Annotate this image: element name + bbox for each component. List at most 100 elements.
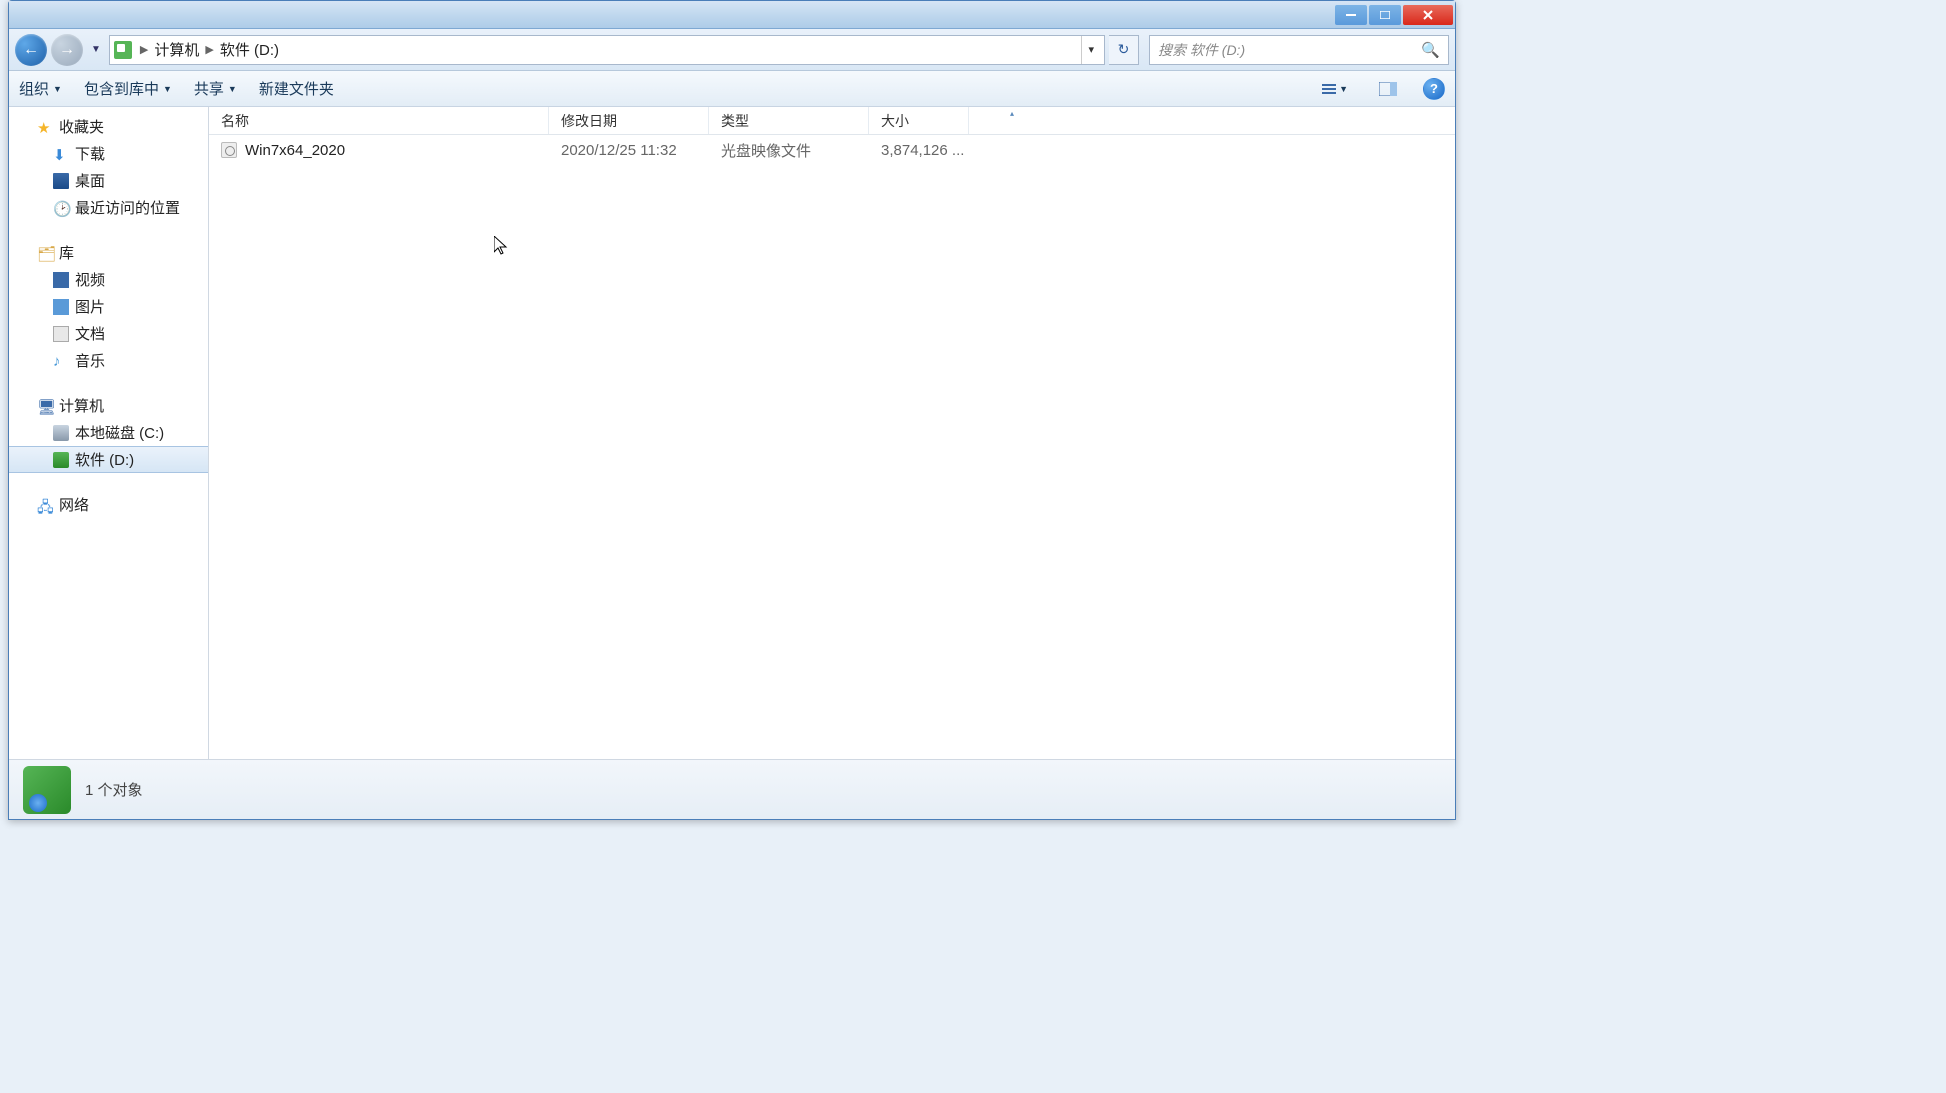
file-size: 3,874,126 ... <box>881 142 964 159</box>
tree-group-favorites: ★ 收藏夹 ⬇ 下载 桌面 🕑 最近访问的位置 <box>9 113 208 221</box>
tree-item-label: 文档 <box>75 323 105 344</box>
include-in-library-button[interactable]: 包含到库中 ▼ <box>84 78 172 99</box>
library-icon: 🗂 <box>37 245 53 261</box>
libraries-label: 库 <box>59 242 74 263</box>
recent-icon: 🕑 <box>53 200 69 216</box>
iso-file-icon <box>221 142 237 158</box>
tree-item-label: 软件 (D:) <box>75 449 134 470</box>
tree-header-network[interactable]: 🖧 网络 <box>9 491 208 518</box>
list-icon <box>1322 84 1336 94</box>
status-text: 1 个对象 <box>85 779 143 800</box>
help-button[interactable]: ? <box>1423 78 1445 100</box>
back-button[interactable]: ← <box>15 34 47 66</box>
network-icon: 🖧 <box>37 497 53 513</box>
video-icon <box>53 272 69 288</box>
explorer-window: ← → ▼ ▶ 计算机 ▶ 软件 (D:) ▾ ↻ 🔍 组织 ▼ 包含到 <box>8 0 1456 820</box>
chevron-down-icon: ▼ <box>1339 84 1348 94</box>
share-button[interactable]: 共享 ▼ <box>194 78 237 99</box>
navbar: ← → ▼ ▶ 计算机 ▶ 软件 (D:) ▾ ↻ 🔍 <box>9 29 1455 71</box>
nav-history-dropdown[interactable]: ▼ <box>87 44 105 55</box>
tree-group-computer: 🖥 计算机 本地磁盘 (C:) 软件 (D:) <box>9 392 208 473</box>
toolbar: 组织 ▼ 包含到库中 ▼ 共享 ▼ 新建文件夹 ▼ ? <box>9 71 1455 107</box>
file-list: ▴ 名称 修改日期 类型 大小 Win7x64_2020 2020/12/25 … <box>209 107 1455 759</box>
tree-item-music[interactable]: ♪ 音乐 <box>9 347 208 374</box>
file-date-cell: 2020/12/25 11:32 <box>561 142 721 159</box>
close-icon <box>1423 10 1433 20</box>
tree-item-label: 桌面 <box>75 170 105 191</box>
organize-label: 组织 <box>19 78 49 99</box>
tree-item-label: 下载 <box>75 143 105 164</box>
column-headers: ▴ 名称 修改日期 类型 大小 <box>209 107 1455 135</box>
tree-group-libraries: 🗂 库 视频 图片 文档 ♪ 音乐 <box>9 239 208 374</box>
tree-group-network: 🖧 网络 <box>9 491 208 518</box>
new-folder-label: 新建文件夹 <box>259 78 334 99</box>
network-label: 网络 <box>59 494 89 515</box>
forward-arrow-icon: → <box>59 41 75 59</box>
favorites-label: 收藏夹 <box>59 116 104 137</box>
status-bar: 1 个对象 <box>9 759 1455 819</box>
forward-button[interactable]: → <box>51 34 83 66</box>
tree-item-videos[interactable]: 视频 <box>9 266 208 293</box>
download-icon: ⬇ <box>53 146 69 162</box>
file-name: Win7x64_2020 <box>245 142 345 159</box>
tree-header-computer[interactable]: 🖥 计算机 <box>9 392 208 419</box>
tree-item-label: 最近访问的位置 <box>75 197 180 218</box>
minimize-button[interactable] <box>1335 5 1367 25</box>
picture-icon <box>53 299 69 315</box>
close-button[interactable] <box>1403 5 1453 25</box>
tree-item-desktop[interactable]: 桌面 <box>9 167 208 194</box>
drive-icon <box>53 425 69 441</box>
new-folder-button[interactable]: 新建文件夹 <box>259 78 334 99</box>
breadcrumb-sep-icon[interactable]: ▶ <box>138 43 150 56</box>
file-name-cell: Win7x64_2020 <box>221 142 561 159</box>
tree-item-drive-d[interactable]: 软件 (D:) <box>9 446 208 473</box>
nav-tree: ★ 收藏夹 ⬇ 下载 桌面 🕑 最近访问的位置 🗂 <box>9 107 209 759</box>
music-icon: ♪ <box>53 353 69 369</box>
file-row[interactable]: Win7x64_2020 2020/12/25 11:32 光盘映像文件 3,8… <box>209 135 1455 165</box>
maximize-button[interactable] <box>1369 5 1401 25</box>
help-icon: ? <box>1430 81 1438 96</box>
breadcrumb-drive-d[interactable]: 软件 (D:) <box>216 39 283 60</box>
preview-pane-button[interactable] <box>1375 76 1401 102</box>
titlebar <box>9 1 1455 29</box>
address-dropdown-button[interactable]: ▾ <box>1081 36 1100 64</box>
tree-header-libraries[interactable]: 🗂 库 <box>9 239 208 266</box>
file-type-cell: 光盘映像文件 <box>721 140 881 161</box>
tree-item-drive-c[interactable]: 本地磁盘 (C:) <box>9 419 208 446</box>
body: ★ 收藏夹 ⬇ 下载 桌面 🕑 最近访问的位置 🗂 <box>9 107 1455 759</box>
breadcrumb-computer[interactable]: 计算机 <box>150 39 203 60</box>
desktop-icon <box>53 173 69 189</box>
chevron-down-icon: ▼ <box>53 84 62 94</box>
include-label: 包含到库中 <box>84 78 159 99</box>
tree-item-label: 视频 <box>75 269 105 290</box>
back-arrow-icon: ← <box>23 41 39 59</box>
search-input[interactable] <box>1158 42 1421 58</box>
drive-icon <box>53 452 69 468</box>
tree-item-label: 本地磁盘 (C:) <box>75 422 164 443</box>
drive-large-icon <box>23 766 71 814</box>
tree-item-recent[interactable]: 🕑 最近访问的位置 <box>9 194 208 221</box>
search-box[interactable]: 🔍 <box>1149 35 1449 65</box>
file-date: 2020/12/25 11:32 <box>561 142 677 159</box>
tree-header-favorites[interactable]: ★ 收藏夹 <box>9 113 208 140</box>
computer-icon: 🖥 <box>37 398 53 414</box>
tree-item-pictures[interactable]: 图片 <box>9 293 208 320</box>
tree-item-documents[interactable]: 文档 <box>9 320 208 347</box>
refresh-button[interactable]: ↻ <box>1109 35 1139 65</box>
file-type: 光盘映像文件 <box>721 140 811 161</box>
tree-item-label: 图片 <box>75 296 105 317</box>
view-options-button[interactable]: ▼ <box>1317 76 1353 102</box>
chevron-down-icon: ▼ <box>228 84 237 94</box>
search-icon[interactable]: 🔍 <box>1421 41 1440 59</box>
tree-item-downloads[interactable]: ⬇ 下载 <box>9 140 208 167</box>
document-icon <box>53 326 69 342</box>
breadcrumb-sep-icon[interactable]: ▶ <box>203 43 215 56</box>
pane-icon <box>1379 82 1397 96</box>
organize-button[interactable]: 组织 ▼ <box>19 78 62 99</box>
share-label: 共享 <box>194 78 224 99</box>
computer-label: 计算机 <box>59 395 104 416</box>
maximize-icon <box>1380 11 1390 19</box>
file-size-cell: 3,874,126 ... <box>881 142 981 159</box>
address-bar[interactable]: ▶ 计算机 ▶ 软件 (D:) ▾ <box>109 35 1105 65</box>
tree-item-label: 音乐 <box>75 350 105 371</box>
